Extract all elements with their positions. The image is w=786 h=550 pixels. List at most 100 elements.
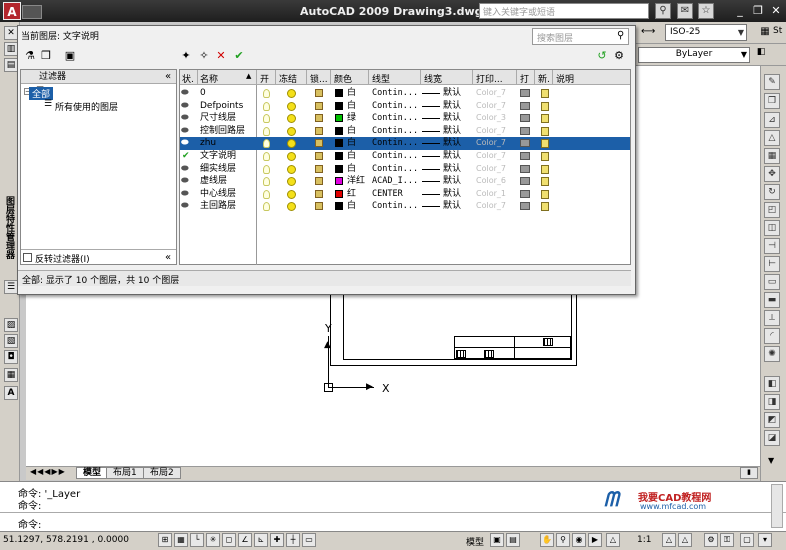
column-separator[interactable] bbox=[275, 70, 276, 85]
layer-thaw-sun-icon[interactable] bbox=[287, 89, 296, 98]
send-back-icon[interactable]: ◩ bbox=[764, 412, 780, 428]
layer-on-bulb-icon[interactable] bbox=[263, 114, 270, 124]
text-icon[interactable]: A bbox=[4, 386, 18, 400]
layer-plot-printer-icon[interactable] bbox=[520, 126, 530, 135]
column-separator[interactable] bbox=[197, 70, 198, 85]
layer-thaw-sun-icon[interactable] bbox=[287, 164, 296, 174]
workspace-switch-icon[interactable]: ⚙ bbox=[704, 533, 718, 547]
model-space-label[interactable]: 模型 bbox=[466, 535, 484, 548]
column-header-freeze[interactable]: 冻结 bbox=[279, 72, 297, 85]
style-select-partial[interactable]: St bbox=[773, 26, 782, 36]
menu-browser-button[interactable] bbox=[22, 5, 42, 19]
collapse-filter-button[interactable]: « bbox=[161, 70, 175, 84]
zoom-icon[interactable]: ⚲ bbox=[556, 533, 570, 547]
layer-color-swatch[interactable] bbox=[335, 164, 343, 173]
new-vp-freeze-icon[interactable] bbox=[541, 189, 549, 199]
autocad-logo-icon[interactable]: A bbox=[3, 2, 21, 20]
layer-color-swatch[interactable] bbox=[335, 89, 343, 97]
layer-on-bulb-icon[interactable] bbox=[263, 89, 270, 98]
toolbar-lock-icon[interactable]: ⚿ bbox=[720, 533, 734, 547]
layer-plot-printer-icon[interactable] bbox=[520, 152, 530, 160]
rotate-icon[interactable]: ↻ bbox=[764, 184, 780, 200]
layer-on-bulb-icon[interactable] bbox=[263, 126, 270, 136]
lineweight-line[interactable] bbox=[422, 168, 440, 170]
layer-color-swatch[interactable] bbox=[335, 177, 343, 186]
extend-icon[interactable]: ⊢ bbox=[764, 256, 780, 272]
plot-style-icon[interactable]: ◧ bbox=[754, 47, 768, 61]
layer-unlock-icon[interactable] bbox=[315, 189, 323, 198]
lineweight-line[interactable] bbox=[422, 143, 440, 145]
layer-states-manager-icon[interactable]: ▣ bbox=[63, 49, 77, 63]
layer-unlock-icon[interactable] bbox=[315, 89, 323, 97]
chevron-down-icon[interactable]: ▼ bbox=[739, 47, 749, 63]
offset-icon[interactable]: △ bbox=[764, 130, 780, 146]
layer-unlock-icon[interactable] bbox=[315, 126, 323, 135]
column-separator[interactable] bbox=[552, 70, 553, 85]
column-header-plot[interactable]: 打 bbox=[520, 72, 529, 85]
column-separator[interactable] bbox=[306, 70, 307, 85]
layer-plot-printer-icon[interactable] bbox=[520, 101, 530, 110]
draw-order-icon[interactable]: ◧ bbox=[764, 376, 780, 392]
layer-thaw-sun-icon[interactable] bbox=[287, 152, 296, 161]
column-separator[interactable] bbox=[368, 70, 369, 85]
lineweight-line[interactable] bbox=[422, 130, 440, 132]
lineweight-line[interactable] bbox=[422, 181, 440, 183]
mirror-icon[interactable]: ⊿ bbox=[764, 112, 780, 128]
column-separator[interactable] bbox=[256, 70, 257, 85]
layer-color-swatch[interactable] bbox=[335, 152, 343, 160]
steering-wheel-icon[interactable]: ◉ bbox=[572, 533, 586, 547]
layer-unlock-icon[interactable] bbox=[315, 152, 323, 160]
column-separator[interactable] bbox=[420, 70, 421, 85]
layer-plot-printer-icon[interactable] bbox=[520, 177, 530, 186]
polar-toggle-icon[interactable]: ✳ bbox=[206, 533, 220, 547]
region-icon[interactable]: ◘ bbox=[4, 350, 18, 364]
close-palette-icon[interactable]: ✕ bbox=[4, 26, 18, 40]
pan-icon[interactable]: ✋ bbox=[540, 533, 554, 547]
new-layer-vp-frozen-icon[interactable]: ✧ bbox=[197, 49, 211, 63]
scroll-down-icon[interactable]: ▼ bbox=[768, 456, 780, 466]
new-vp-freeze-icon[interactable] bbox=[541, 152, 549, 161]
layer-plot-printer-icon[interactable] bbox=[520, 114, 530, 123]
lineweight-line[interactable] bbox=[422, 118, 440, 120]
lineweight-select[interactable]: ByLayer bbox=[638, 47, 750, 63]
layer-color-swatch[interactable] bbox=[335, 202, 343, 211]
bring-front-icon[interactable]: ◨ bbox=[764, 394, 780, 410]
column-header-plot-style[interactable]: 打印... bbox=[476, 72, 503, 85]
layer-on-bulb-icon[interactable] bbox=[263, 139, 270, 149]
layer-color-swatch[interactable] bbox=[335, 139, 343, 148]
annotation-scale-icon[interactable]: △ bbox=[606, 533, 620, 547]
layer-unlock-icon[interactable] bbox=[315, 202, 323, 211]
layer-color-swatch[interactable] bbox=[335, 189, 343, 198]
new-vp-freeze-icon[interactable] bbox=[541, 114, 549, 124]
layer-unlock-icon[interactable] bbox=[315, 164, 323, 173]
quick-properties-icon[interactable]: ▭ bbox=[302, 533, 316, 547]
minimize-button[interactable]: _ bbox=[732, 3, 748, 18]
tab-layout2[interactable]: 布局2 bbox=[143, 467, 181, 479]
layer-thaw-sun-icon[interactable] bbox=[287, 189, 296, 199]
layer-plot-printer-icon[interactable] bbox=[520, 202, 530, 211]
snap-toggle-icon[interactable]: ⊞ bbox=[158, 533, 172, 547]
auto-scale-icon[interactable]: △ bbox=[678, 533, 692, 547]
settings-icon[interactable]: ⚙ bbox=[612, 49, 626, 63]
layer-color-swatch[interactable] bbox=[335, 126, 343, 135]
gradient-icon[interactable]: ▧ bbox=[4, 334, 18, 348]
lineweight-line[interactable] bbox=[422, 93, 440, 94]
set-current-icon[interactable]: ✔ bbox=[232, 49, 246, 63]
lineweight-line[interactable] bbox=[422, 105, 440, 107]
status-menu-icon[interactable]: ▾ bbox=[758, 533, 772, 547]
delete-layer-icon[interactable]: ✕ bbox=[214, 49, 228, 63]
layer-plot-printer-icon[interactable] bbox=[520, 139, 530, 148]
osnap-toggle-icon[interactable]: ◻ bbox=[222, 533, 236, 547]
layer-on-bulb-icon[interactable] bbox=[263, 202, 270, 212]
layer-stack-icon[interactable]: ☰ bbox=[4, 280, 18, 294]
chevron-down-icon[interactable]: ▼ bbox=[736, 25, 746, 40]
new-vp-freeze-icon[interactable] bbox=[541, 177, 549, 187]
dimension-style-icon[interactable]: ⟷ bbox=[641, 26, 655, 40]
tab-navigation-arrows[interactable]: ◀◀◀▶▶ bbox=[30, 467, 66, 476]
clean-screen-icon[interactable]: ▢ bbox=[740, 533, 754, 547]
tab-model[interactable]: 模型 bbox=[76, 467, 109, 479]
column-header-on[interactable]: 开 bbox=[260, 72, 269, 85]
table-icon[interactable]: ▦ bbox=[4, 368, 18, 382]
explode-icon[interactable]: ✺ bbox=[764, 346, 780, 362]
column-header-name[interactable]: 名称 bbox=[200, 72, 218, 85]
